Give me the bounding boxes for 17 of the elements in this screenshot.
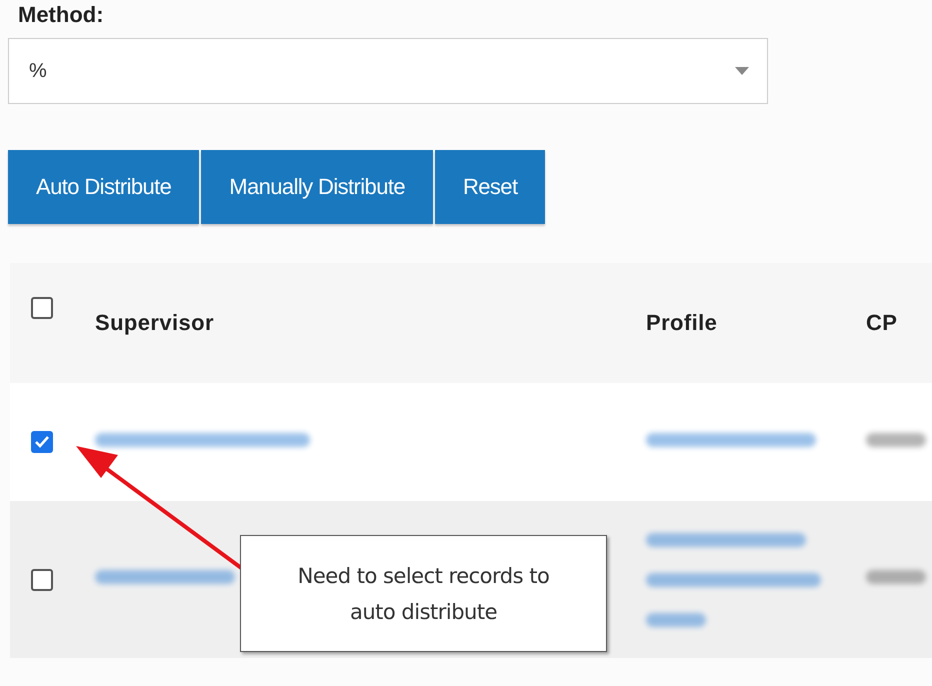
caret-icon	[735, 67, 749, 75]
method-select[interactable]: %	[8, 38, 768, 104]
column-header[interactable]: Profile	[646, 310, 866, 336]
action-button[interactable]: Manually Distribute	[201, 150, 433, 224]
column-header[interactable]: Supervisor	[95, 310, 646, 336]
callout-note: Need to select records to auto distribute	[240, 535, 607, 652]
blurred-text	[866, 570, 926, 584]
blurred-text	[646, 612, 706, 626]
blurred-text	[866, 432, 926, 446]
checkbox[interactable]	[31, 431, 53, 453]
action-button[interactable]: Reset	[434, 150, 546, 224]
column-header[interactable]: CP	[866, 310, 932, 336]
method-label: Method:	[18, 2, 105, 29]
checkbox[interactable]	[31, 297, 53, 319]
checkmark-icon	[34, 435, 50, 449]
checkbox[interactable]	[31, 568, 53, 590]
action-button[interactable]: Auto Distribute	[8, 150, 200, 224]
